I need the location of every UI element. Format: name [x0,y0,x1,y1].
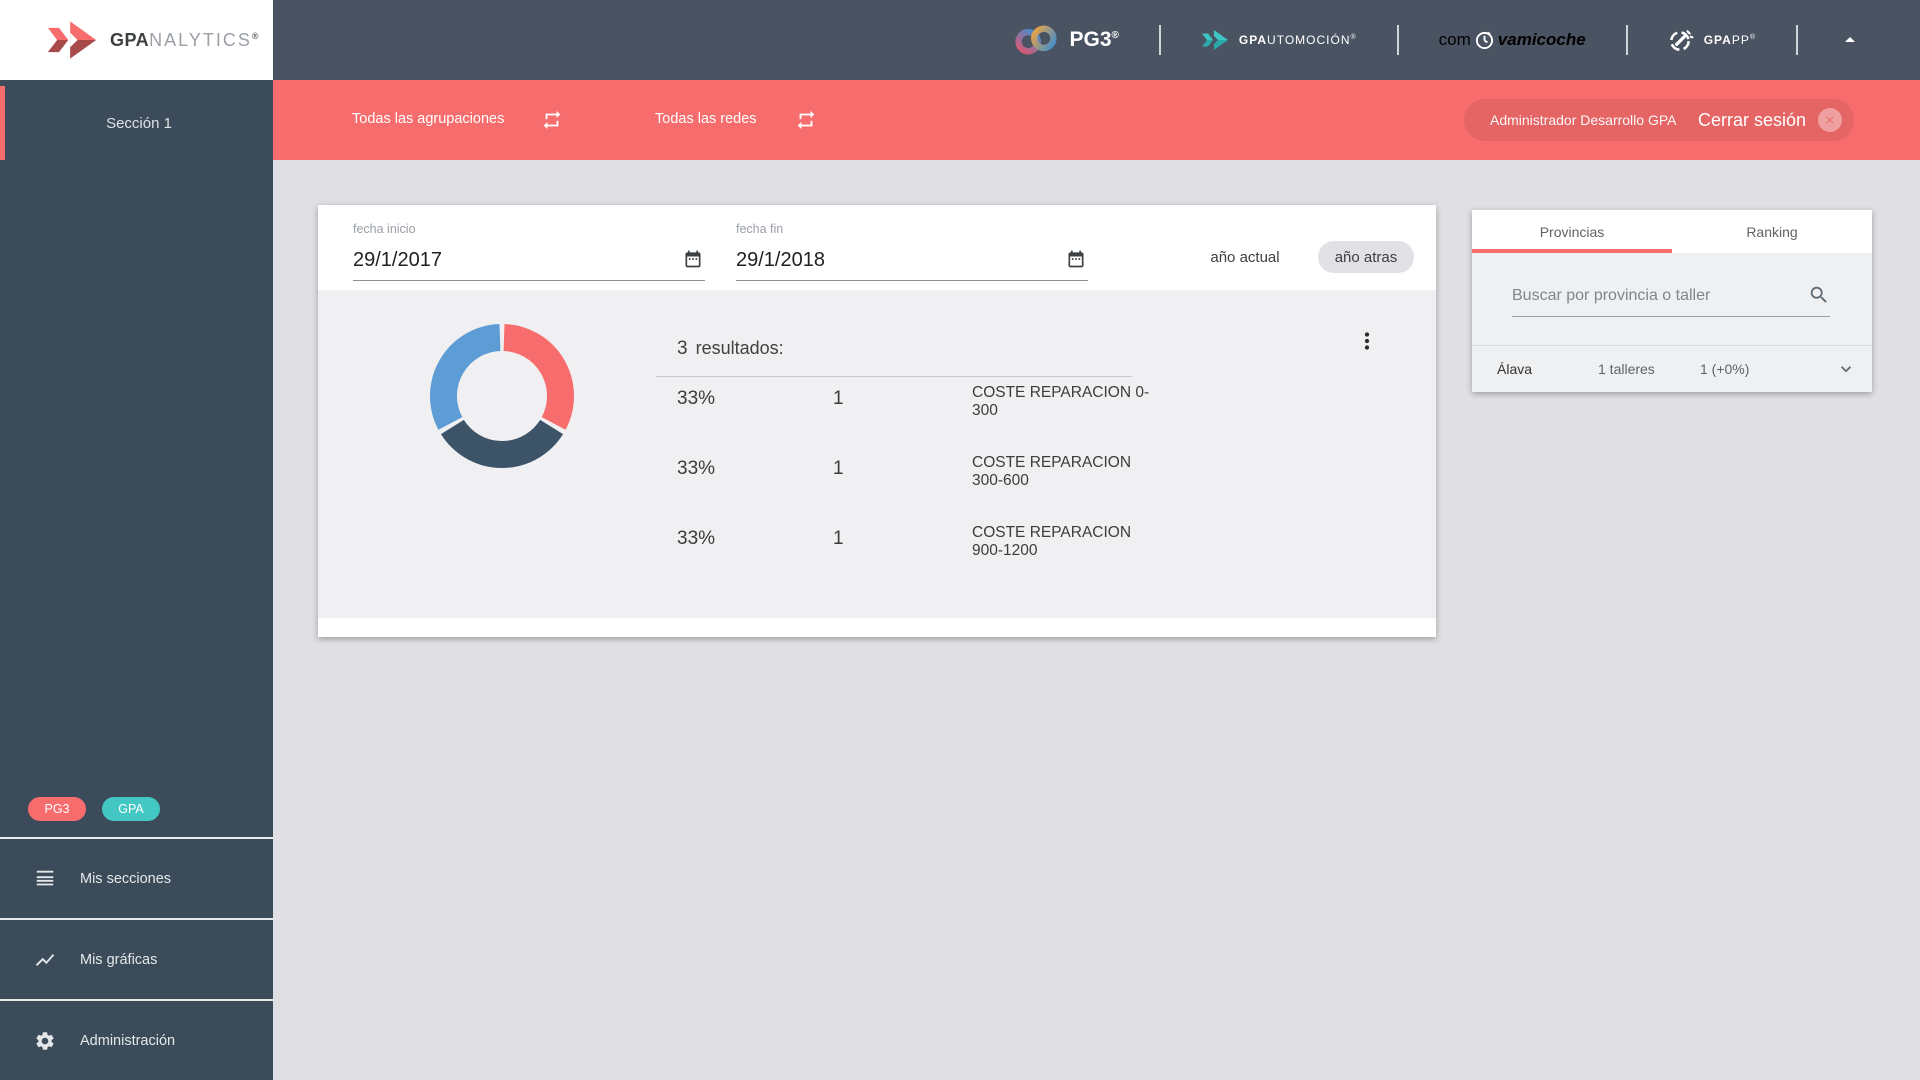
results-count: 3 resultados: [677,338,784,359]
search-section [1472,253,1872,345]
header-divider [1796,25,1798,55]
fecha-fin-label: fecha fin [736,222,784,236]
ano-actual-button[interactable]: año actual [1190,241,1300,273]
chart-card: fecha inicio fecha fin año actual año at… [318,205,1436,637]
menu-label: Administración [80,1032,176,1049]
kebab-icon [1364,332,1370,350]
comprovamicoche-logo: com vamicoche [1438,30,1586,49]
sidebar-item-mis-graficas[interactable]: Mis gráficas [0,918,273,999]
fecha-inicio-label: fecha inicio [353,222,416,236]
province-value: 1 (+0%) [1700,361,1750,377]
header-divider [1158,25,1161,55]
chart-section: 3 resultados: 33% 1 COSTE REPARACION 0-30… [318,290,1436,618]
row-label: COSTE REPARACION 300-600 [972,454,1132,490]
header-divider [1625,25,1628,55]
calendar-icon[interactable] [683,249,703,269]
row-value: 1 [833,388,844,409]
search-input[interactable] [1512,275,1792,316]
gpautomocion-logo: GPAUTOMOCIÓN® [1201,28,1357,52]
pg3-logo: PG3® [1012,24,1119,56]
menu-label: Mis secciones [80,870,172,887]
sidebar-bottom: PG3 GPA Mis secciones Mis gráficas Admin… [0,780,273,1080]
card-menu-button[interactable] [1354,328,1380,354]
partner-logos: PG3® GPAUTOMOCIÓN® com vamicoche GPAPP® [1012,0,1862,80]
user-session-pill: Administrador Desarrollo GPA Cerrar sesi… [1464,99,1854,141]
province-name: Álava [1497,361,1533,377]
provinces-panel: Provincias Ranking Álava 1 talleres 1 (+… [1472,210,1872,392]
close-session-icon[interactable] [1818,108,1842,132]
menu-label: Mis gráficas [80,951,158,968]
clock-icon [1475,31,1493,49]
app-root: GPANALYTICS® PG3® GPAUTOMOCIÓN® com vami… [0,0,1920,1080]
red-toolbar: Todas las agrupaciones Todas las redes A… [273,80,1920,160]
sidebar-item-administracion[interactable]: Administración [0,999,273,1080]
fecha-fin-field: fecha fin [736,222,1088,281]
donut-segment-red [502,324,574,430]
gpa-badge[interactable]: GPA [102,796,160,821]
gpautomocion-arrow-icon [1201,30,1228,50]
list-icon [36,870,54,885]
collapse-header-button[interactable] [1838,28,1862,52]
sidebar: Sección 1 PG3 GPA Mis secciones Mis gráf… [0,80,273,1080]
donut-segment-blue [430,324,502,430]
logout-button[interactable]: Cerrar sesión [1698,108,1842,132]
fecha-fin-input[interactable] [736,240,1088,280]
admin-user-label: Administrador Desarrollo GPA [1490,112,1677,128]
agrupaciones-select[interactable]: Todas las agrupaciones [352,111,504,127]
top-header: GPANALYTICS® PG3® GPAUTOMOCIÓN® com vami… [0,0,1920,80]
sidebar-item-mis-secciones[interactable]: Mis secciones [0,837,273,918]
search-icon[interactable] [1808,284,1830,306]
fecha-inicio-field: fecha inicio [353,222,705,281]
calendar-icon[interactable] [1066,249,1086,269]
fecha-inicio-input[interactable] [353,240,705,280]
arrow-up-icon [1845,37,1855,42]
tab-ranking[interactable]: Ranking [1672,210,1872,253]
chevron-down-icon[interactable] [1836,359,1856,379]
panel-tabs: Provincias Ranking [1472,210,1872,253]
main-area: Todas las agrupaciones Todas las redes A… [273,80,1920,1080]
row-percent: 33% [677,528,716,549]
province-talleres: 1 talleres [1598,361,1655,377]
province-row-alava[interactable]: Álava 1 talleres 1 (+0%) [1472,345,1872,392]
gpanalytics-logo: GPANALYTICS® [0,0,273,80]
row-label: COSTE REPARACION 0-300 [972,384,1150,420]
section-label: Sección 1 [106,114,172,132]
row-percent: 33% [677,458,716,479]
gpapp-wrench-icon [1669,30,1694,52]
sidebar-item-seccion-1[interactable]: Sección 1 [0,86,273,160]
gpapp-logo: GPAPP® [1668,27,1756,53]
repeat-icon[interactable] [541,109,563,131]
tab-provincias[interactable]: Provincias [1472,210,1672,253]
row-value: 1 [833,458,844,479]
header-divider [1396,25,1399,55]
badges-row: PG3 GPA [0,780,273,837]
gpa-arrow-icon [47,21,97,59]
row-label: COSTE REPARACION 900-1200 [972,524,1132,560]
row-percent: 33% [677,388,716,409]
repeat-icon[interactable] [795,109,817,131]
gear-icon [36,1031,54,1050]
divider [656,376,1132,377]
pg3-infinity-icon [1014,25,1057,55]
pg3-badge[interactable]: PG3 [28,796,86,821]
chart-line-icon [35,953,55,966]
brand-text: GPANALYTICS® [110,29,259,50]
redes-select[interactable]: Todas las redes [655,111,757,127]
row-value: 1 [833,528,844,549]
content-area: fecha inicio fecha fin año actual año at… [273,160,1920,1080]
donut-chart[interactable] [427,321,577,471]
donut-segment-dark [440,419,564,468]
ano-atras-button[interactable]: año atras [1318,241,1414,273]
